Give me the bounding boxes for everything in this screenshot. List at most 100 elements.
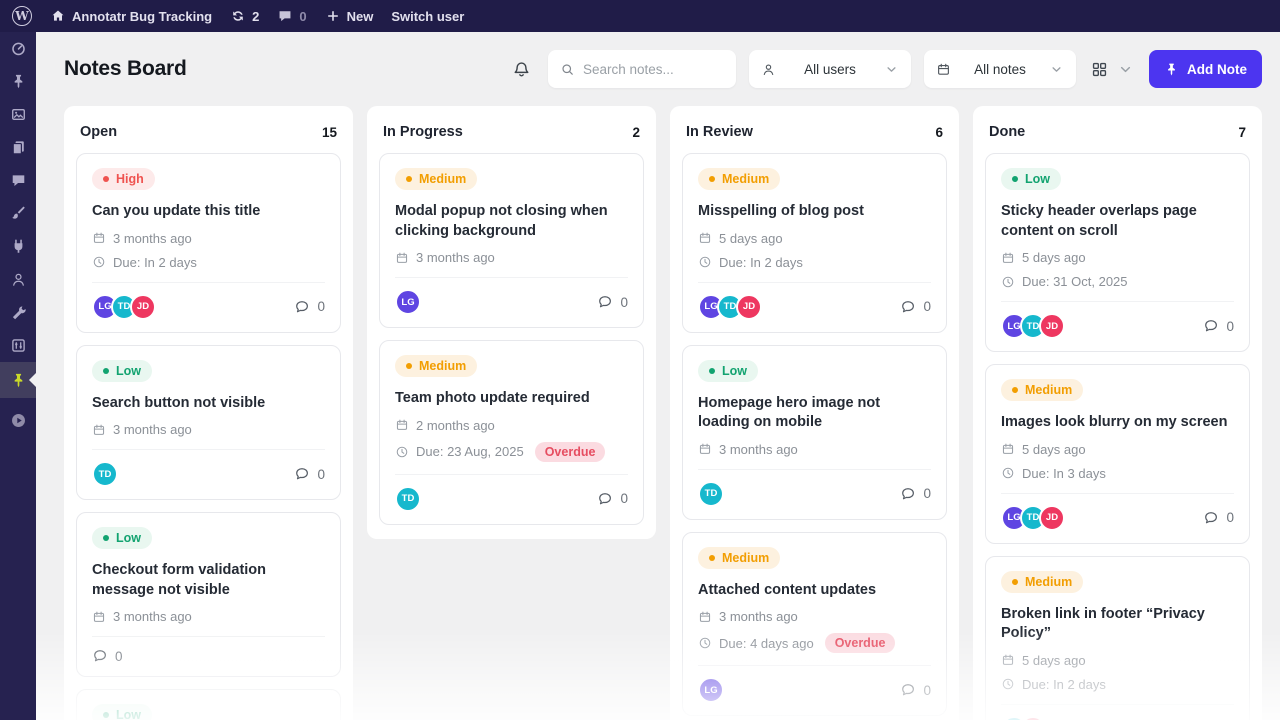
note-card[interactable]: Low Homepage hero image not loading on m… [682,344,947,520]
comment-icon [599,296,612,308]
note-card[interactable]: Low Checkout form validation message not… [76,512,341,678]
wordpress-logo[interactable]: W [12,6,32,26]
calendar-icon [699,443,711,455]
new-menu[interactable]: New [325,8,373,24]
pages-icon [12,140,24,155]
page-header: Notes Board All users All notes [36,32,1280,106]
note-card[interactable]: Medium Misspelling of blog post 5 days a… [682,153,947,333]
priority-badge: Medium [1001,379,1084,402]
clock-icon [699,256,711,268]
updates-count: 2 [252,8,260,24]
grid-view-icon [1092,62,1107,76]
calendar-icon [938,63,949,75]
comment-icon [296,300,309,312]
comment-icon [94,650,106,662]
priority-badge: Low [1001,168,1061,190]
note-card[interactable]: Low Sticky header overlaps page content … [985,153,1250,353]
note-card[interactable]: Low Odd line height here 3 months ago [76,689,341,720]
sidebar-item-posts[interactable] [0,65,36,98]
sidebar-item-comments[interactable] [0,164,36,197]
comment-count[interactable]: 0 [900,486,931,502]
due-row: Due: 31 Oct, 2025 [1001,274,1234,289]
calendar-icon [396,252,408,263]
add-note-label: Add Note [1187,61,1247,77]
avatar[interactable]: JD [736,293,762,320]
assignee-avatars: LG TD JD [698,293,762,320]
comment-count[interactable]: 0 [92,648,123,664]
pin-icon [1168,63,1175,75]
avatar[interactable]: TD [395,485,421,512]
sidebar-item-users[interactable] [0,263,36,296]
sidebar-item-appearance[interactable] [0,197,36,230]
note-card[interactable]: Medium Team photo update required 2 mont… [379,340,644,525]
note-card[interactable]: Medium Broken link in footer “Privacy Po… [985,555,1250,720]
plus-icon [327,11,338,21]
updates-link[interactable]: 2 [230,8,259,24]
note-card[interactable]: Medium Attached content updates 3 months… [682,531,947,717]
sidebar-item-media[interactable] [0,98,36,131]
comment-count[interactable]: 0 [1203,510,1234,526]
wordpress-logo-icon: W [12,6,32,26]
chevron-down-icon [1052,66,1061,72]
avatar[interactable]: JD [1039,504,1065,531]
search-input[interactable] [583,61,724,77]
sidebar-collapse-menu[interactable] [0,404,36,437]
users-filter-dropdown[interactable]: All users [749,50,911,88]
avatar[interactable]: LG [395,289,421,316]
sidebar-item-tools[interactable] [0,296,36,329]
avatar[interactable]: TD [92,461,118,488]
appearance-brush-icon [11,206,25,219]
search-box[interactable] [548,50,736,88]
column-in-progress: In Progress 2 Medium Modal popup not clo… [367,106,656,539]
note-title: Checkout form validation message not vis… [92,562,267,598]
site-name-label: Annotatr Bug Tracking [72,8,213,24]
sidebar-item-notes-board-active[interactable] [0,362,36,398]
sidebar-item-plugins[interactable] [0,230,36,263]
add-note-button[interactable]: Add Note [1149,50,1262,88]
created-row: 3 months ago [92,422,325,437]
calendar-icon [93,424,105,435]
avatar[interactable]: JD [130,293,156,320]
due-row: Due: In 3 days [1001,466,1234,481]
sidebar-item-pages[interactable] [0,131,36,164]
overdue-badge: Overdue [534,441,606,462]
comment-count[interactable]: 0 [597,491,628,507]
switch-user-link[interactable]: Switch user [391,9,464,24]
priority-badge: Low [92,704,152,720]
comment-count[interactable]: 0 [1203,318,1234,334]
notes-filter-dropdown[interactable]: All notes [924,50,1076,88]
collapse-menu-icon [11,414,25,427]
comments-link[interactable]: 0 [277,8,307,24]
updates-icon [233,11,243,21]
kanban-board: Open 15 High Can you update this title 3… [36,106,1280,720]
calendar-icon [1002,443,1014,455]
note-card[interactable]: Low Search button not visible 3 months a… [76,344,341,501]
view-toggle-dropdown[interactable] [1089,61,1136,78]
comments-bubble-icon [279,11,291,22]
settings-sliders-icon [11,339,25,352]
sidebar-item-settings[interactable] [0,329,36,362]
sidebar-item-dashboard[interactable] [0,32,36,65]
comment-count[interactable]: 0 [597,294,628,310]
comment-count[interactable]: 0 [294,466,325,482]
priority-badge: Medium [1001,570,1084,593]
avatar[interactable]: TD [698,480,724,507]
site-name-link[interactable]: Annotatr Bug Tracking [50,8,212,24]
avatar[interactable]: JD [1039,313,1065,340]
note-card[interactable]: Medium Modal popup not closing when clic… [379,153,644,329]
clock-icon [396,446,408,457]
avatar[interactable]: LG [698,677,724,704]
avatar[interactable]: JD [1020,715,1046,720]
page-title: Notes Board [64,57,187,80]
assignee-avatars: LG TD JD [1001,504,1065,531]
column-in-review: In Review 6 Medium Misspelling of blog p… [670,106,959,720]
comment-count[interactable]: 0 [900,299,931,315]
comments-icon [12,175,24,186]
calendar-icon [699,611,711,622]
comment-count[interactable]: 0 [294,299,325,315]
note-card[interactable]: Medium Images look blurry on my screen 5… [985,364,1250,544]
priority-badge: Medium [698,168,781,190]
comment-count[interactable]: 0 [900,682,931,698]
note-card[interactable]: High Can you update this title 3 months … [76,153,341,333]
notifications-button[interactable] [508,56,535,83]
